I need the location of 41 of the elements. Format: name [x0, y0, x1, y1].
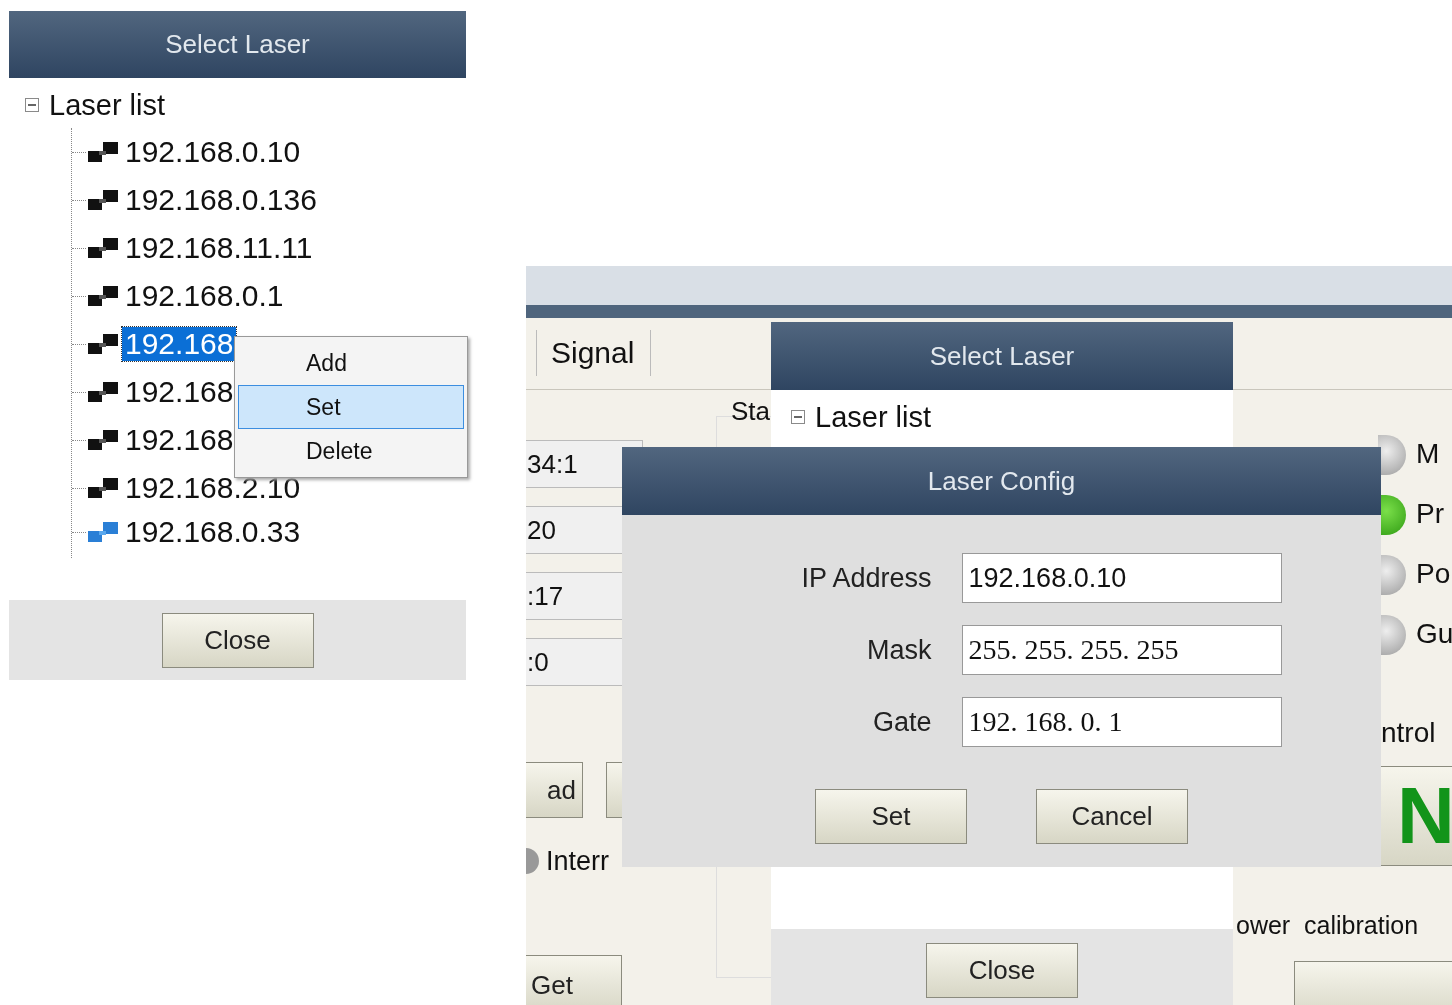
input-field[interactable]: 192. 168. 0. 1	[961, 697, 1282, 747]
section-label: ntrol	[1381, 717, 1436, 749]
collapse-icon[interactable]	[25, 98, 39, 112]
radio-icon[interactable]	[526, 848, 540, 874]
tree-item[interactable]: 192.168.0.33	[122, 515, 304, 549]
field-label: IP Address	[801, 562, 932, 594]
radio-label: Interr	[546, 846, 610, 877]
collapse-icon[interactable]	[791, 410, 805, 424]
dialog-title: Select Laser	[771, 322, 1233, 390]
tree-item[interactable]: 192.168.11.11	[122, 231, 316, 265]
tree-item[interactable]: 192.168	[122, 375, 237, 409]
dialog-title: Laser Config	[622, 447, 1381, 515]
get-button[interactable]: Get	[526, 955, 622, 1005]
indicator-label: Po	[1416, 558, 1451, 590]
indicator-label: M	[1416, 438, 1440, 470]
indicator-label: Gu	[1416, 618, 1452, 650]
tree-item[interactable]: 192.168.0.1	[122, 279, 287, 313]
tree-item[interactable]: 192.168.2.10	[122, 471, 304, 505]
input-field[interactable]: 192.168.0.10	[961, 553, 1282, 603]
tab[interactable]: Signal	[536, 330, 652, 376]
menu-item[interactable]: Set	[238, 385, 464, 429]
input-field[interactable]: 255. 255. 255. 255	[961, 625, 1282, 675]
dialog-title: Select Laser	[9, 11, 466, 78]
group-label: Sta	[731, 396, 771, 427]
tree-item[interactable]: 192.168.0.10	[122, 135, 304, 169]
tree-item[interactable]: 192.168.0.136	[122, 183, 320, 217]
menu-item[interactable]: Delete	[238, 429, 464, 473]
field-label: Gate	[872, 706, 932, 738]
set-button[interactable]: Set	[815, 789, 967, 844]
tree-root-label[interactable]: Laser list	[815, 400, 932, 434]
cancel-button[interactable]: Cancel	[1036, 789, 1188, 844]
menu-item[interactable]: Add	[238, 341, 464, 385]
close-button[interactable]: Close	[161, 612, 314, 668]
read-button[interactable]: ad	[526, 762, 583, 818]
close-button[interactable]: Close	[926, 943, 1078, 998]
tree-item[interactable]: 192.168	[122, 327, 237, 361]
indicator-label: Pr	[1416, 498, 1444, 530]
tree-root-label[interactable]: Laser list	[49, 88, 166, 122]
tree-item[interactable]: 192.168	[122, 423, 237, 457]
section-label: ower calibration	[1236, 911, 1419, 940]
field-label: Mask	[866, 634, 932, 666]
